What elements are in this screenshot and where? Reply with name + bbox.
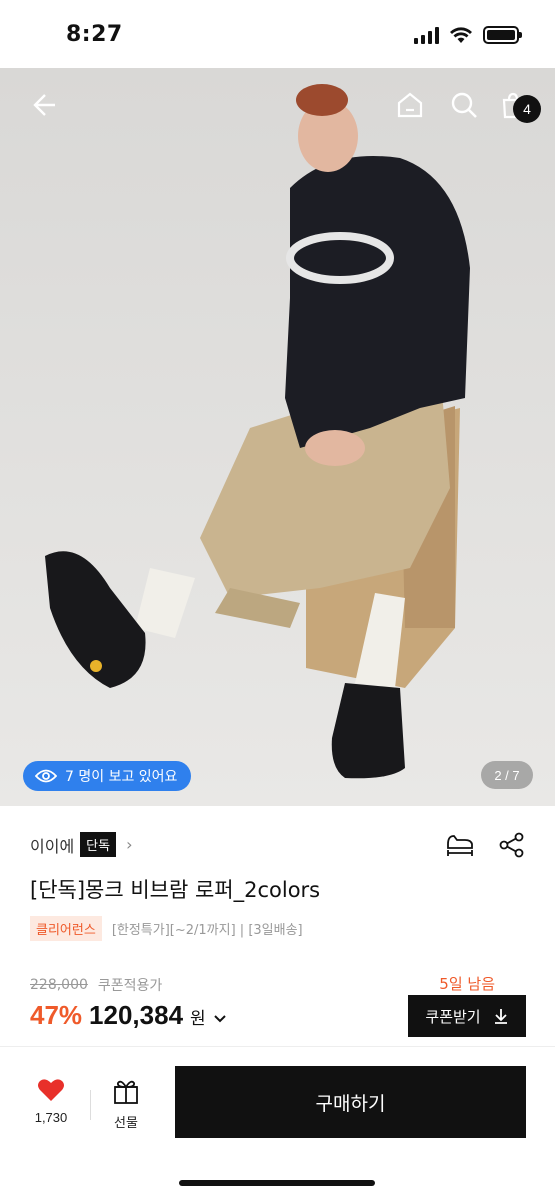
clearance-tag: 클리어런스: [30, 916, 102, 941]
back-button[interactable]: [26, 88, 60, 122]
signal-icon: [414, 26, 439, 44]
wifi-icon: [450, 27, 472, 43]
gift-icon: [114, 1080, 138, 1104]
search-icon: [451, 92, 477, 118]
discount-rate: 47%: [30, 1000, 83, 1030]
heart-icon: [38, 1079, 64, 1101]
home-button[interactable]: [393, 88, 427, 122]
viewers-text: 7 명이 보고 있어요: [65, 769, 178, 785]
image-page-indicator: 2 / 7: [481, 761, 533, 789]
currency-label: 원: [190, 1009, 206, 1029]
share-button[interactable]: [499, 832, 525, 862]
buy-button[interactable]: 구매하기: [175, 1066, 526, 1138]
gift-label: 선물: [114, 1116, 138, 1131]
gift-button[interactable]: 선물: [102, 1078, 150, 1131]
home-icon: [397, 92, 423, 118]
status-time: 8:27: [66, 22, 123, 47]
product-title: [단독]몽크 비브람 로퍼_2colors: [30, 878, 321, 902]
original-price-row: 228,000 쿠폰적용가: [30, 975, 162, 995]
coupon-days-left: 5일 남음: [439, 975, 495, 993]
home-indicator: [179, 1180, 375, 1186]
cart-count-badge: 4: [513, 95, 541, 123]
divider: [0, 1046, 555, 1047]
product-actions: [445, 832, 525, 862]
share-icon: [499, 832, 524, 858]
brand-name: 이이에: [30, 836, 75, 856]
exclusive-tag: 단독: [80, 832, 117, 857]
status-bar: 8:27: [0, 0, 555, 68]
coupon-button-label: 쿠폰받기: [425, 1007, 481, 1026]
back-arrow-icon: [33, 94, 55, 116]
product-image-carousel[interactable]: [0, 68, 555, 806]
coupon-price-label: 쿠폰적용가: [97, 978, 163, 994]
like-count: 1,730: [34, 1110, 68, 1125]
original-price: 228,000: [30, 977, 88, 993]
brand-link[interactable]: 이이에 단독 ›: [30, 832, 133, 857]
battery-icon: [483, 26, 522, 44]
chevron-down-icon: [213, 1015, 226, 1023]
bottom-separator: [90, 1090, 91, 1120]
viewers-badge: 7 명이 보고 있어요: [23, 761, 192, 791]
size-compare-icon: [447, 835, 473, 856]
product-photo: [0, 68, 555, 806]
like-button[interactable]: 1,730: [26, 1078, 76, 1125]
eye-icon: [35, 769, 57, 783]
size-compare-button[interactable]: [445, 832, 475, 862]
sale-price: 120,384: [89, 1000, 184, 1030]
promo-tags: [한정특가][~2/1까지] | [3일배송]: [111, 923, 303, 938]
search-button[interactable]: [447, 88, 481, 122]
download-icon: [494, 1009, 507, 1024]
chevron-right-icon: ›: [126, 835, 133, 854]
product-tags: 클리어런스 [한정특가][~2/1까지] | [3일배송]: [30, 916, 303, 941]
coupon-download-button[interactable]: 쿠폰받기: [408, 995, 526, 1037]
price-row[interactable]: 47% 120,384 원: [30, 1000, 227, 1031]
status-icons: [414, 26, 522, 44]
